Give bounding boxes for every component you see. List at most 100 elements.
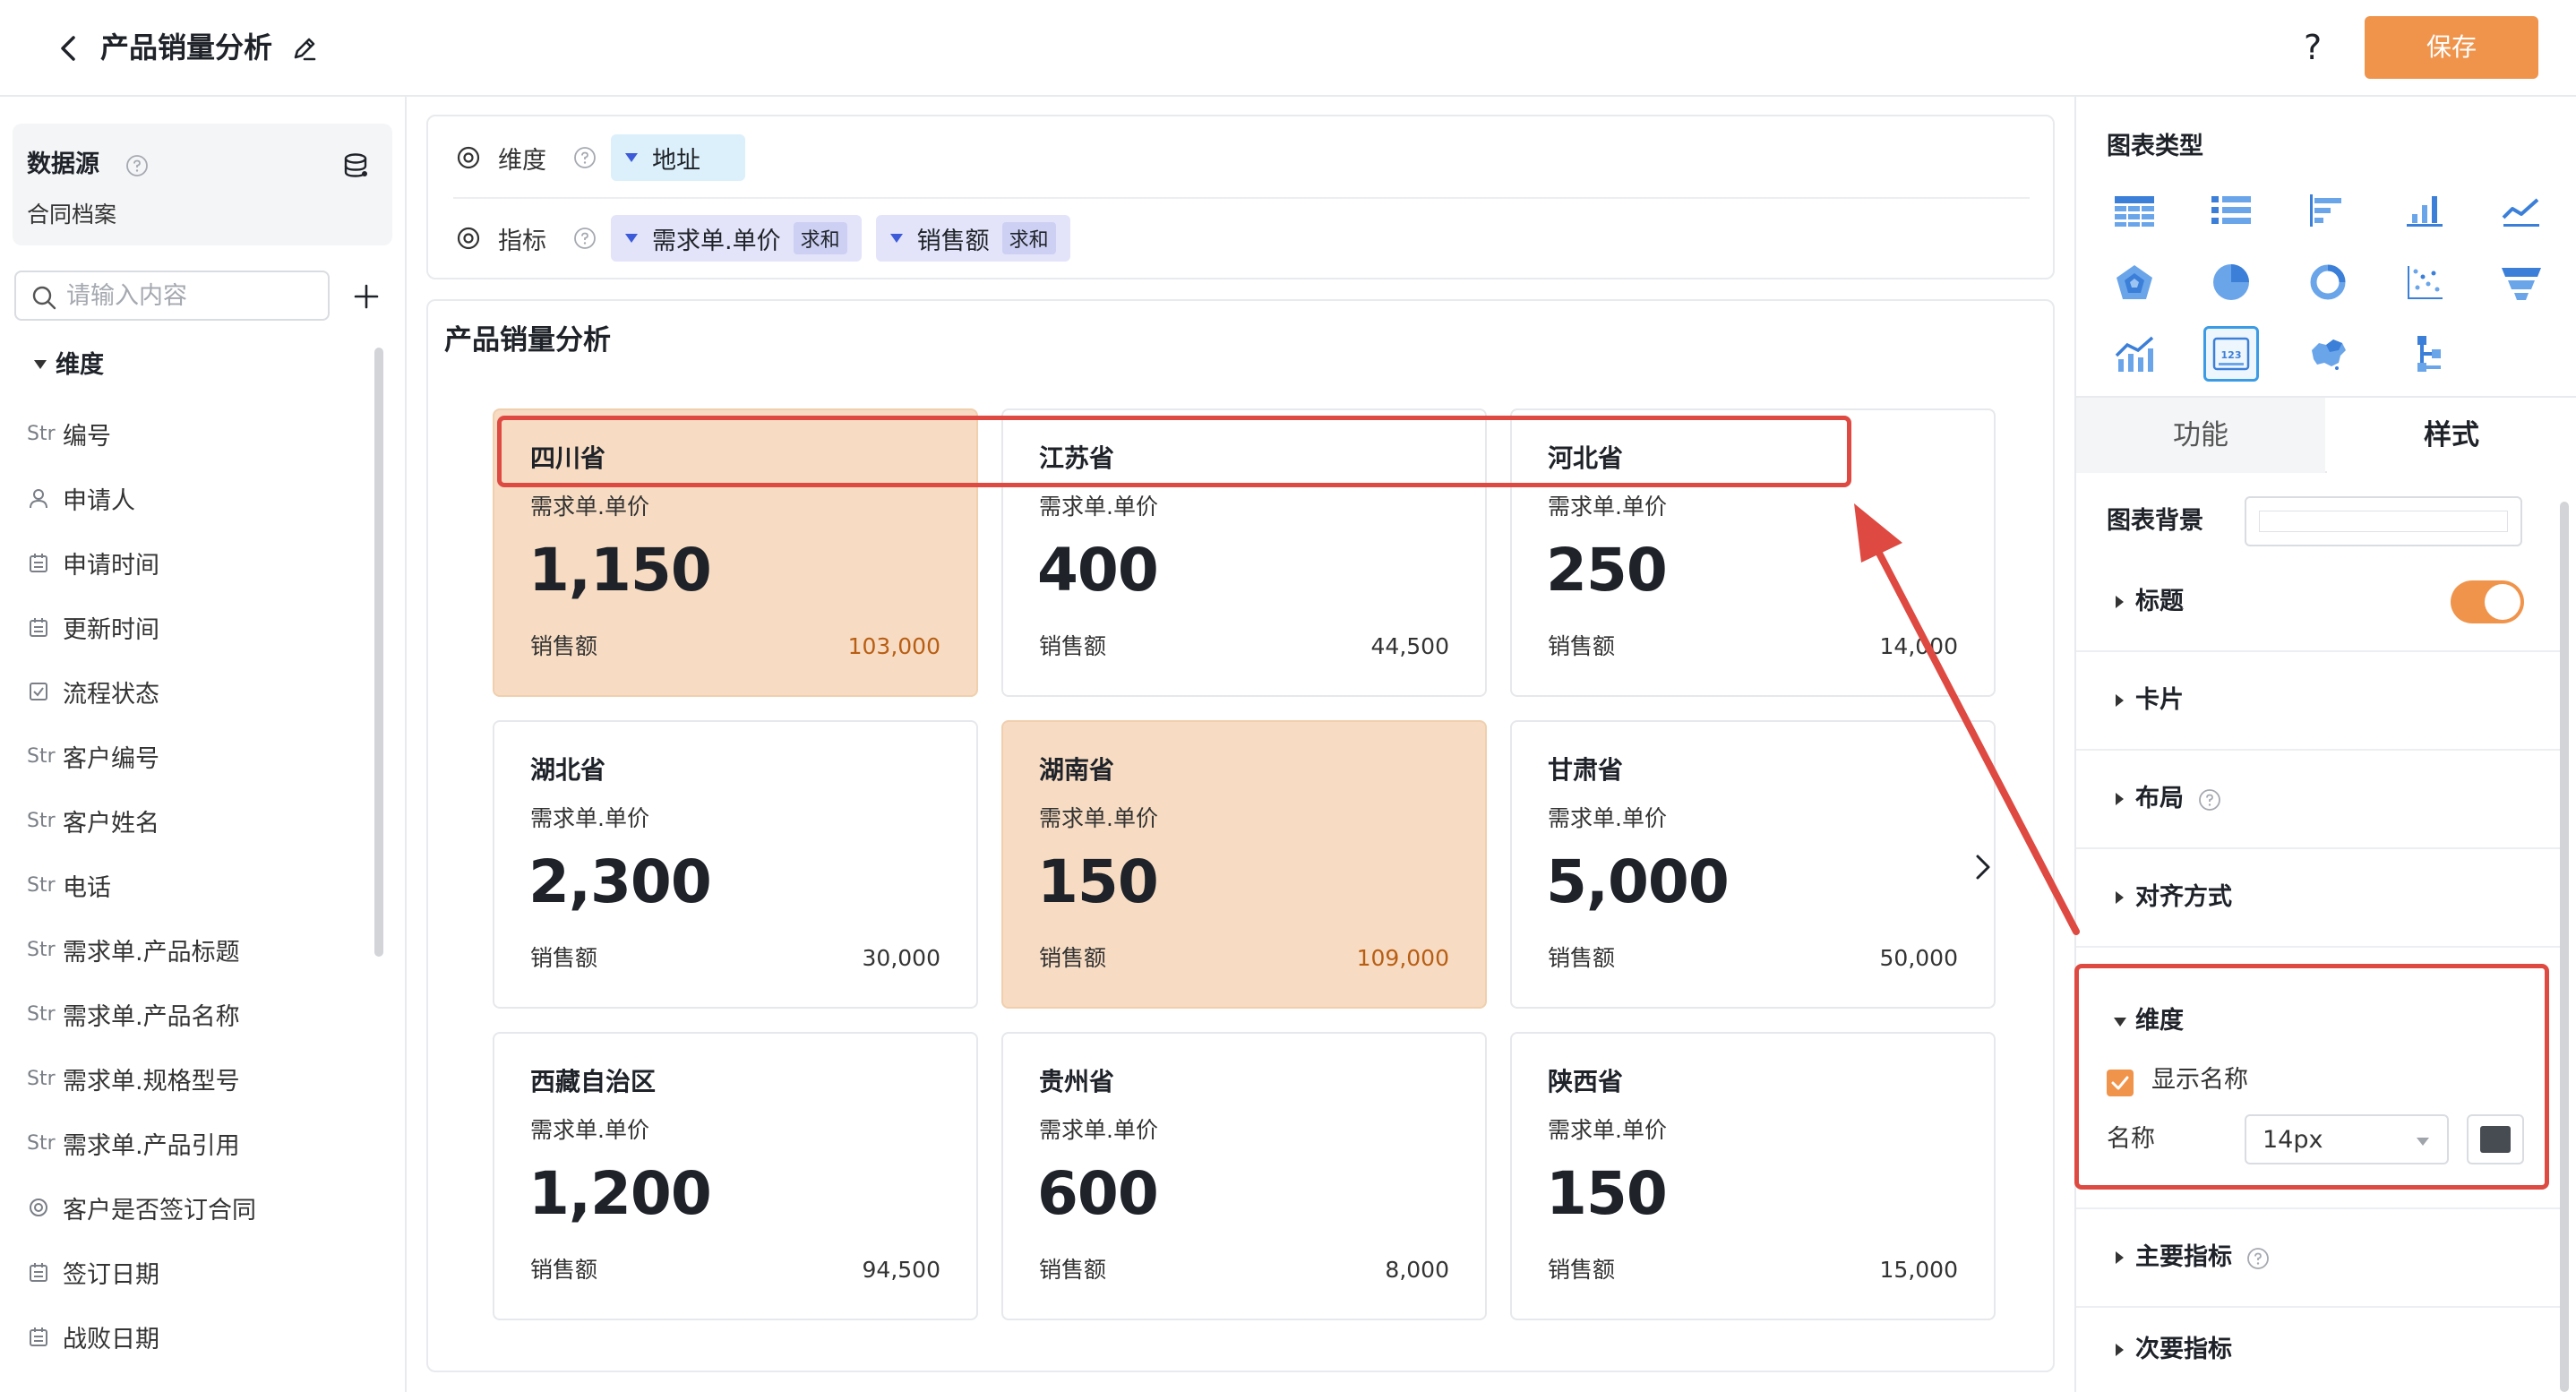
metric-value: 400 bbox=[1037, 536, 1159, 605]
caret-right-icon[interactable] bbox=[2116, 793, 2124, 805]
indicator-card[interactable]: 河北省 需求单.单价 250 销售额 14,000 bbox=[1510, 408, 1996, 697]
field-label: 流程状态 bbox=[63, 680, 159, 709]
region-name: 湖南省 bbox=[1039, 755, 1115, 785]
field-item[interactable]: Str 需求单.产品标题 bbox=[27, 917, 367, 982]
secondary-metric-label: 销售额 bbox=[1548, 945, 1616, 971]
save-button[interactable]: 保存 bbox=[2365, 16, 2538, 79]
indicator-card-icon[interactable]: 123 bbox=[2203, 326, 2259, 382]
field-item[interactable]: Str 电话 bbox=[27, 853, 367, 917]
field-item[interactable]: Str 需求单.规格型号 bbox=[27, 1046, 367, 1111]
tab-style[interactable]: 样式 bbox=[2327, 398, 2576, 473]
tree-icon[interactable] bbox=[2397, 326, 2452, 382]
chevron-left-icon[interactable] bbox=[48, 29, 88, 68]
radar-icon[interactable] bbox=[2107, 254, 2162, 310]
caret-right-icon[interactable] bbox=[2116, 891, 2124, 904]
calendar-icon bbox=[27, 551, 63, 574]
field-item[interactable]: 申请人 bbox=[27, 466, 367, 530]
indicator-card[interactable]: 陕西省 需求单.单价 150 销售额 15,000 bbox=[1510, 1032, 1996, 1320]
bar-horizontal-icon[interactable] bbox=[2300, 183, 2356, 238]
chart-background-input[interactable] bbox=[2245, 496, 2522, 546]
metric-chip[interactable]: 需求单.单价 求和 bbox=[611, 215, 862, 262]
title-toggle[interactable] bbox=[2451, 580, 2524, 623]
field-item[interactable]: 流程状态 bbox=[27, 659, 367, 724]
region-name: 甘肃省 bbox=[1548, 755, 1624, 785]
chevron-right-icon[interactable] bbox=[1965, 849, 2001, 885]
indicator-card[interactable]: 湖南省 需求单.单价 150 销售额 109,000 bbox=[1001, 720, 1487, 1009]
section-secondary-metric-label: 次要指标 bbox=[2135, 1336, 2232, 1363]
section-align[interactable]: 对齐方式 bbox=[2076, 849, 2560, 948]
field-item[interactable]: 客户是否签订合同 bbox=[27, 1175, 367, 1240]
field-item[interactable]: Str 需求单.产品名称 bbox=[27, 982, 367, 1046]
help-circle-icon[interactable] bbox=[2246, 1247, 2270, 1270]
field-item[interactable]: Str 客户编号 bbox=[27, 724, 367, 788]
scatter-icon[interactable] bbox=[2397, 254, 2452, 310]
section-layout[interactable]: 布局 bbox=[2076, 751, 2560, 849]
caret-down-icon[interactable] bbox=[625, 234, 638, 243]
indicator-card[interactable]: 甘肃省 需求单.单价 5,000 销售额 50,000 bbox=[1510, 720, 1996, 1009]
string-icon: Str bbox=[27, 422, 56, 445]
caret-right-icon[interactable] bbox=[2116, 1251, 2124, 1264]
section-card[interactable]: 卡片 bbox=[2076, 652, 2560, 751]
font-size-select[interactable]: 14px bbox=[2245, 1114, 2449, 1164]
add-icon[interactable] bbox=[349, 279, 383, 314]
funnel-icon[interactable] bbox=[2494, 254, 2549, 310]
combo-chart-icon[interactable] bbox=[2107, 326, 2162, 382]
caret-right-icon[interactable] bbox=[2116, 596, 2124, 608]
metric-label: 需求单.单价 bbox=[1039, 494, 1158, 520]
scrollbar[interactable] bbox=[374, 348, 383, 957]
field-item[interactable]: 签订日期 bbox=[27, 1240, 367, 1304]
search-input[interactable] bbox=[66, 278, 317, 314]
secondary-metric-value: 50,000 bbox=[1879, 945, 1958, 971]
indicator-card[interactable]: 湖北省 需求单.单价 2,300 销售额 30,000 bbox=[493, 720, 978, 1009]
field-item[interactable]: 更新时间 bbox=[27, 595, 367, 659]
help-button[interactable]: ? bbox=[2304, 25, 2322, 70]
caret-down-icon[interactable] bbox=[889, 234, 903, 243]
help-circle-icon[interactable] bbox=[2198, 788, 2221, 812]
bar-vertical-icon[interactable] bbox=[2397, 183, 2452, 238]
field-item[interactable]: 战败日期 bbox=[27, 1304, 367, 1369]
scrollbar[interactable] bbox=[2560, 502, 2569, 1392]
caret-down-icon[interactable] bbox=[625, 153, 638, 162]
section-primary-metric[interactable]: 主要指标 bbox=[2076, 1207, 2560, 1308]
name-color-picker[interactable] bbox=[2467, 1114, 2524, 1164]
metric-label: 需求单.单价 bbox=[530, 805, 649, 831]
chart-title: 产品销量分析 bbox=[444, 324, 611, 357]
field-item[interactable]: Str 编号 bbox=[27, 401, 367, 466]
metric-value: 5,000 bbox=[1546, 847, 1730, 916]
caret-down-icon[interactable] bbox=[2114, 1018, 2126, 1027]
secondary-metric-label: 销售额 bbox=[1039, 1257, 1107, 1283]
pie-icon[interactable] bbox=[2203, 254, 2259, 310]
list-icon[interactable] bbox=[2203, 183, 2259, 238]
indicator-card[interactable]: 四川省 需求单.单价 1,150 销售额 103,000 bbox=[493, 408, 978, 697]
indicator-card[interactable]: 江苏省 需求单.单价 400 销售额 44,500 bbox=[1001, 408, 1487, 697]
line-chart-icon[interactable] bbox=[2494, 183, 2549, 238]
help-circle-icon[interactable] bbox=[573, 227, 597, 250]
caret-right-icon[interactable] bbox=[2116, 694, 2124, 707]
region-name: 河北省 bbox=[1548, 443, 1624, 473]
datasource-card[interactable]: 数据源 合同档案 bbox=[13, 124, 392, 245]
indicator-card[interactable]: 西藏自治区 需求单.单价 1,200 销售额 94,500 bbox=[493, 1032, 978, 1320]
database-icon[interactable] bbox=[340, 150, 371, 181]
caret-right-icon[interactable] bbox=[2116, 1344, 2124, 1356]
donut-icon[interactable] bbox=[2300, 254, 2356, 310]
section-title[interactable]: 标题 bbox=[2076, 554, 2560, 652]
radio-icon bbox=[27, 1196, 63, 1219]
field-item[interactable]: Str 需求单.产品引用 bbox=[27, 1111, 367, 1175]
section-dimension-label[interactable]: 维度 bbox=[2135, 1005, 2184, 1037]
help-circle-icon[interactable] bbox=[125, 154, 149, 177]
table-icon[interactable] bbox=[2107, 183, 2162, 238]
metric-chip[interactable]: 销售额 求和 bbox=[875, 215, 1070, 262]
field-item[interactable]: Str 客户姓名 bbox=[27, 788, 367, 853]
help-circle-icon[interactable] bbox=[573, 146, 597, 169]
map-icon[interactable] bbox=[2300, 326, 2356, 382]
secondary-metric-value: 44,500 bbox=[1370, 633, 1449, 659]
section-secondary-metric[interactable]: 次要指标 bbox=[2076, 1308, 2560, 1392]
caret-down-icon[interactable] bbox=[34, 360, 47, 369]
tab-function[interactable]: 功能 bbox=[2076, 398, 2325, 473]
show-name-checkbox[interactable] bbox=[2107, 1070, 2134, 1096]
indicator-card[interactable]: 贵州省 需求单.单价 600 销售额 8,000 bbox=[1001, 1032, 1487, 1320]
dimension-chip[interactable]: 地址 bbox=[611, 134, 745, 181]
dimension-group-header[interactable]: 维度 bbox=[56, 349, 104, 382]
field-item[interactable]: 申请时间 bbox=[27, 530, 367, 595]
edit-icon[interactable] bbox=[288, 32, 321, 64]
